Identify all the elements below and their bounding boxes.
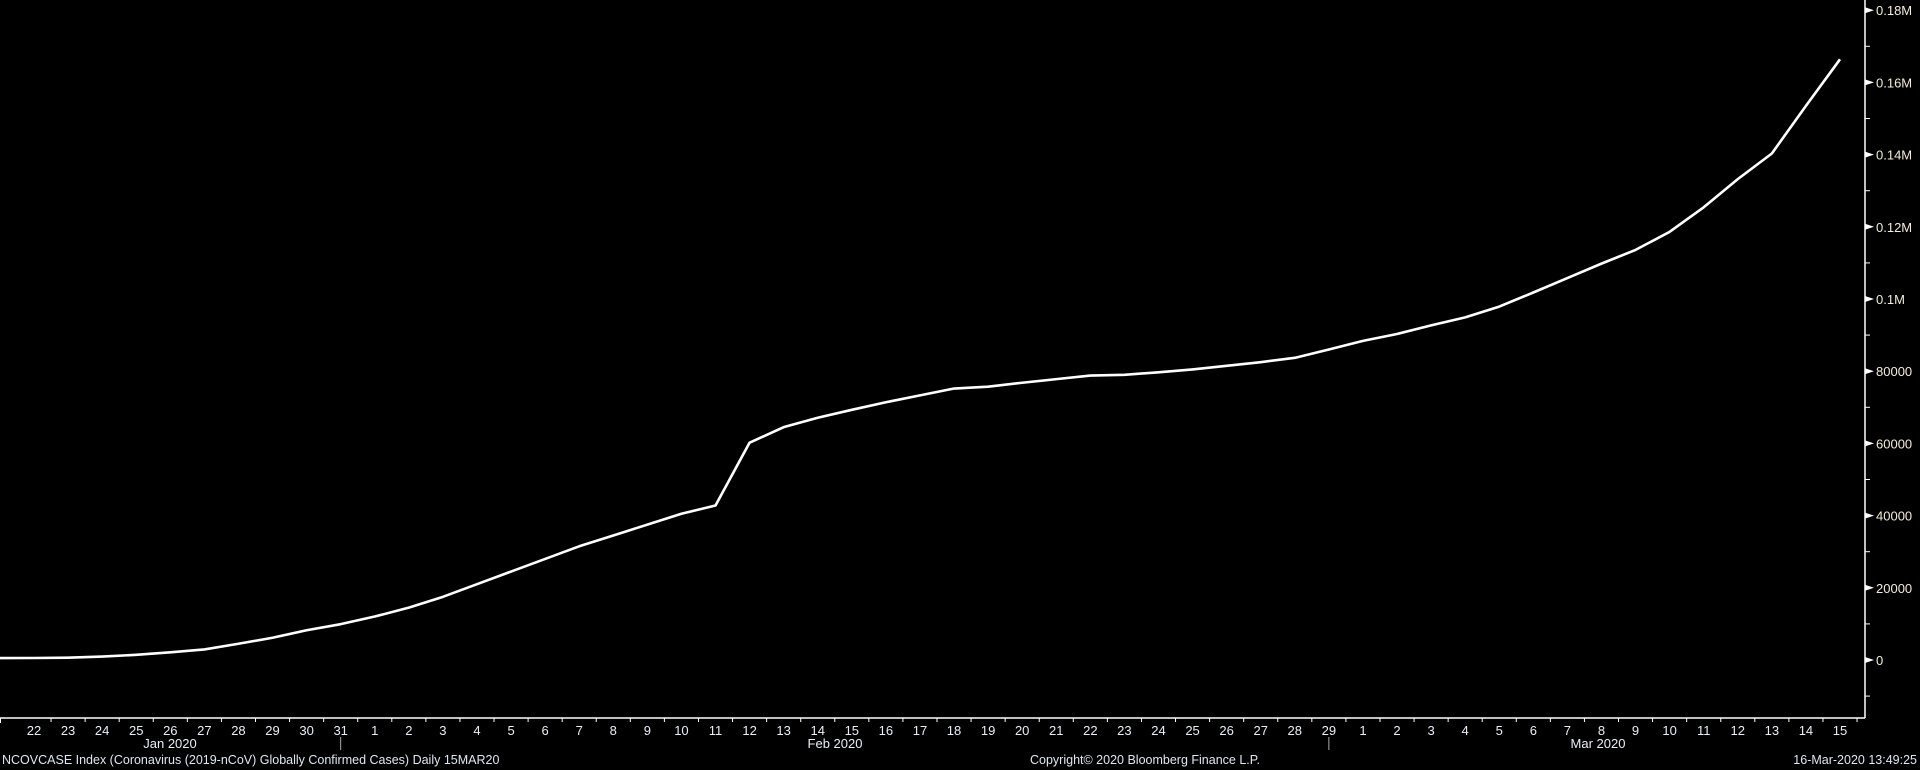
x-tick-label: 1 xyxy=(1359,723,1366,738)
x-tick-label: 6 xyxy=(542,723,549,738)
y-tick-mark xyxy=(1865,440,1874,447)
x-tick-label: 18 xyxy=(947,723,961,738)
y-tick-mark xyxy=(1865,151,1874,158)
y-tick-label: 0 xyxy=(1876,653,1883,668)
x-tick-label: 4 xyxy=(1462,723,1469,738)
x-tick-label: 24 xyxy=(1151,723,1165,738)
y-tick-label: 40000 xyxy=(1876,509,1912,524)
x-tick-label: 29 xyxy=(265,723,279,738)
x-tick-label: 11 xyxy=(709,723,723,738)
y-tick-mark xyxy=(1865,7,1874,14)
x-tick-label: 25 xyxy=(129,723,143,738)
x-tick-label: 1 xyxy=(371,723,378,738)
x-tick-label: 4 xyxy=(473,723,480,738)
y-tick-label: 0.18M xyxy=(1876,3,1912,18)
line-chart: 0 20000 40000 60000 80000 0.1M 0.12M 0.14M 0.16M… xyxy=(0,0,1912,751)
month-label: Feb 2020 xyxy=(808,736,863,751)
y-tick-mark xyxy=(1865,223,1874,230)
x-tick-label: 8 xyxy=(610,723,617,738)
x-tick-label: 13 xyxy=(776,723,790,738)
y-tick-label: 80000 xyxy=(1876,364,1912,379)
footer-copyright: Copyright© 2020 Bloomberg Finance L.P. xyxy=(1030,753,1260,767)
x-tick-label: 9 xyxy=(644,723,651,738)
x-tick-label: 9 xyxy=(1632,723,1639,738)
x-tick-label: 2 xyxy=(405,723,412,738)
y-tick-label: 20000 xyxy=(1876,581,1912,596)
x-tick-label: 23 xyxy=(1117,723,1131,738)
x-tick-label: 22 xyxy=(27,723,41,738)
x-tick-label: 13 xyxy=(1765,723,1779,738)
x-tick-label: 10 xyxy=(1662,723,1676,738)
x-tick-label: 27 xyxy=(197,723,211,738)
x-tick-label: 3 xyxy=(439,723,446,738)
x-tick-label: 28 xyxy=(1288,723,1302,738)
x-tick-label: 5 xyxy=(1496,723,1503,738)
month-label: Jan 2020 xyxy=(143,736,197,751)
x-tick-label: 7 xyxy=(576,723,583,738)
x-tick-label: 2 xyxy=(1393,723,1400,738)
x-tick-label: 17 xyxy=(913,723,927,738)
x-tick-label: 11 xyxy=(1697,723,1711,738)
footer-description: NCOVCASE Index (Coronavirus (2019-nCoV) … xyxy=(2,753,500,767)
x-tick-label: 27 xyxy=(1253,723,1267,738)
y-tick-label: 0.14M xyxy=(1876,148,1912,163)
x-tick-label: 25 xyxy=(1185,723,1199,738)
x-tick-label: 31 xyxy=(333,723,347,738)
x-tick-label: 14 xyxy=(1799,723,1813,738)
y-tick-label: 0.12M xyxy=(1876,220,1912,235)
x-tick-label: 12 xyxy=(1731,723,1745,738)
x-tick-label: 6 xyxy=(1530,723,1537,738)
x-tick-label: 21 xyxy=(1049,723,1063,738)
x-tick-label: 24 xyxy=(95,723,109,738)
x-tick-label: 20 xyxy=(1015,723,1029,738)
y-tick-mark xyxy=(1865,657,1874,663)
x-tick-label: 10 xyxy=(674,723,688,738)
y-tick-mark xyxy=(1865,512,1874,519)
x-tick-label: 22 xyxy=(1083,723,1097,738)
y-tick-mark xyxy=(1865,584,1874,591)
x-tick-label: 29 xyxy=(1322,723,1336,738)
x-tick-label: 16 xyxy=(879,723,893,738)
x-tick-label: 28 xyxy=(231,723,245,738)
y-tick-mark xyxy=(1865,296,1874,302)
x-tick-label: 15 xyxy=(1833,723,1847,738)
x-tick-label: 19 xyxy=(981,723,995,738)
x-tick-label: 12 xyxy=(742,723,756,738)
x-tick-label: 26 xyxy=(1219,723,1233,738)
y-tick-label: 0.1M xyxy=(1876,292,1905,307)
x-tick-label: 23 xyxy=(61,723,75,738)
x-tick-label: 3 xyxy=(1427,723,1434,738)
footer-timestamp: 16-Mar-2020 13:49:25 xyxy=(1793,753,1917,767)
month-label: Mar 2020 xyxy=(1571,736,1626,751)
y-tick-mark xyxy=(1865,368,1874,375)
series-line xyxy=(0,58,1842,660)
x-tick-label: 5 xyxy=(507,723,514,738)
y-tick-label: 60000 xyxy=(1876,436,1912,451)
y-tick-mark xyxy=(1865,79,1874,86)
x-tick-label: 30 xyxy=(299,723,313,738)
y-tick-label: 0.16M xyxy=(1876,75,1912,90)
